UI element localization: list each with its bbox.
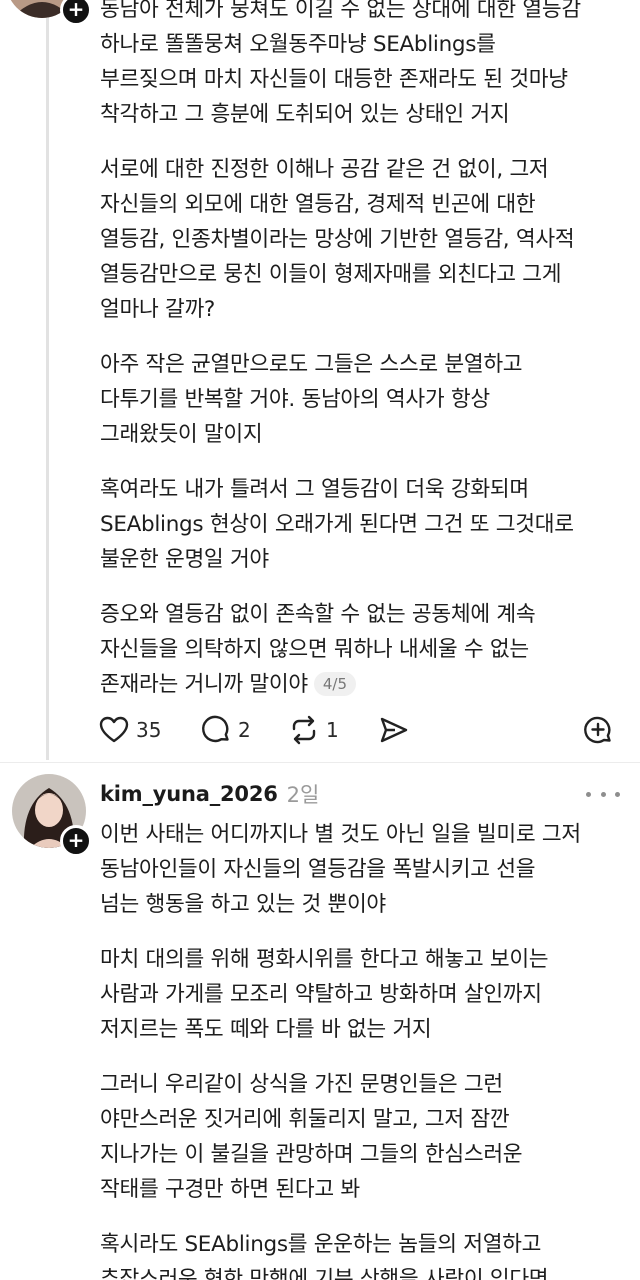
post1-paragraph: 혹여라도 내가 틀려서 그 열등감이 더욱 강화되며 SEAblings 현상이… xyxy=(100,477,574,572)
post1-paragraph: 아주 작은 균열만으로도 그들은 스스로 분열하고 다투기를 반복할 거야. 동… xyxy=(100,352,523,447)
post1-paragraph: 서로에 대한 진정한 이해나 공감 같은 건 없이, 그저 자신들의 외모에 대… xyxy=(100,157,575,322)
quote-button[interactable] xyxy=(582,710,614,750)
repost-icon xyxy=(292,715,316,745)
thread-line xyxy=(46,0,49,760)
comment-icon xyxy=(202,715,229,743)
timestamp: 2일 xyxy=(286,783,320,807)
post2-body: 이번 사태는 어디까지나 별 것도 아닌 일을 빌미로 그저 동남아인들이 자신… xyxy=(100,817,628,1280)
more-icon-dot xyxy=(615,791,620,797)
repost-count: 1 xyxy=(326,718,339,742)
share-button[interactable] xyxy=(378,710,410,750)
like-count: 35 xyxy=(136,718,162,742)
username[interactable]: kim_yuna_2026 xyxy=(100,782,278,806)
post1-body: 동남아 전체가 뭉쳐도 이길 수 없는 상대에 대한 열등감 하나로 똘똘뭉쳐 … xyxy=(100,0,628,722)
post2-paragraph: 그러니 우리같이 상식을 가진 문명인들은 그런 야만스러운 짓거리에 휘둘리지… xyxy=(100,1072,523,1202)
follow-plus-icon[interactable]: + xyxy=(60,825,92,857)
repost-button[interactable]: 1 xyxy=(288,710,339,750)
post2-paragraph: 혹시라도 SEAblings를 운운하는 놈들의 저열하고 추잡스러운 혐한 만… xyxy=(100,1232,549,1280)
post2-header: kim_yuna_2026 2일 xyxy=(100,778,620,810)
like-button[interactable]: 35 xyxy=(98,710,161,750)
post1-paragraph-last: 증오와 열등감 없이 존속할 수 없는 공동체에 계속 자신들을 의탁하지 않으… xyxy=(100,597,628,702)
post2-paragraph: 마치 대의를 위해 평화시위를 한다고 해놓고 보이는 사람과 가게를 모조리 … xyxy=(100,947,549,1042)
threads-comment-page: + 동남아 전체가 뭉쳐도 이길 수 없는 상대에 대한 열등감 하나로 똘똘뭉… xyxy=(0,0,640,1280)
page-indicator: 4/5 xyxy=(313,672,357,696)
send-icon xyxy=(380,717,408,743)
more-options-button[interactable] xyxy=(586,782,620,806)
post1-paragraph: 동남아 전체가 뭉쳐도 이길 수 없는 상대에 대한 열등감 하나로 똘똘뭉쳐 … xyxy=(100,0,581,127)
more-icon-dot xyxy=(600,791,606,797)
post2-paragraph: 이번 사태는 어디까지나 별 것도 아닌 일을 빌미로 그저 동남아인들이 자신… xyxy=(100,822,581,917)
add-quote-icon xyxy=(584,716,611,744)
reply-count: 2 xyxy=(238,718,251,742)
reply-button[interactable]: 2 xyxy=(200,710,251,750)
follow-plus-icon[interactable]: + xyxy=(60,0,92,26)
post1-action-bar: 35 2 1 xyxy=(98,710,628,750)
post-divider xyxy=(0,762,640,763)
heart-icon xyxy=(99,716,129,743)
more-icon-dot xyxy=(586,791,591,797)
